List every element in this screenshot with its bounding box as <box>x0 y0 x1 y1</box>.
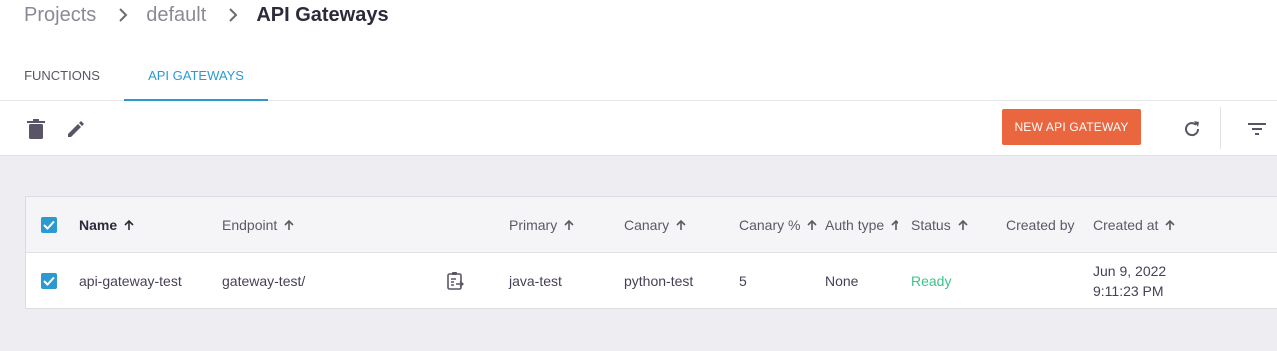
content-area: Name Endpoint Primary Canary Canary % Au… <box>0 156 1277 351</box>
column-header-label: Auth type <box>825 217 885 233</box>
column-header-name[interactable]: Name <box>79 197 135 253</box>
column-header-auth-type[interactable]: Auth type <box>825 197 898 253</box>
sort-arrow-up-icon[interactable] <box>890 219 898 231</box>
status-badge: Ready <box>911 273 952 289</box>
tab-functions[interactable]: FUNCTIONS <box>0 52 124 100</box>
column-header-label: Created by <box>1006 217 1075 233</box>
table-row[interactable]: api-gateway-test gateway-test/ java-test… <box>26 253 1277 309</box>
column-header-primary[interactable]: Primary <box>509 197 575 253</box>
sort-arrow-up-icon[interactable] <box>806 219 818 231</box>
column-header-label: Canary % <box>739 217 801 233</box>
column-header-label: Name <box>79 217 118 233</box>
row-primary: java-test <box>509 273 562 289</box>
created-at-time: 9:11:23 PM <box>1093 283 1164 299</box>
breadcrumb-projects[interactable]: Projects <box>24 4 96 27</box>
select-all-cell <box>41 197 57 253</box>
column-header-canary-percent[interactable]: Canary % <box>739 197 824 253</box>
row-auth-type: None <box>825 273 859 289</box>
column-header-created-at[interactable]: Created at <box>1093 197 1176 253</box>
copy-endpoint-icon[interactable] <box>445 253 465 309</box>
sort-arrow-up-icon[interactable] <box>675 219 687 231</box>
select-all-checkbox[interactable] <box>41 217 57 233</box>
column-header-status[interactable]: Status <box>911 197 969 253</box>
api-gateways-table: Name Endpoint Primary Canary Canary % Au… <box>25 196 1277 309</box>
column-header-label: Created at <box>1093 217 1159 233</box>
row-canary-percent: 5 <box>739 273 747 289</box>
table-header-row: Name Endpoint Primary Canary Canary % Au… <box>26 197 1277 253</box>
column-header-label: Endpoint <box>222 217 278 233</box>
row-name[interactable]: api-gateway-test <box>79 253 182 309</box>
chevron-right-icon <box>228 8 238 22</box>
row-select-cell <box>41 253 57 309</box>
sort-arrow-up-icon[interactable] <box>563 219 575 231</box>
delete-icon[interactable] <box>25 118 47 140</box>
edit-icon[interactable] <box>65 118 87 140</box>
sort-arrow-up-icon[interactable] <box>283 219 295 231</box>
column-header-canary[interactable]: Canary <box>624 197 687 253</box>
page-title: API Gateways <box>256 3 389 26</box>
column-header-label: Status <box>911 217 951 233</box>
row-endpoint: gateway-test/ <box>222 273 306 289</box>
refresh-icon[interactable] <box>1181 118 1203 140</box>
chevron-right-icon <box>118 8 128 22</box>
filter-icon[interactable] <box>1246 118 1268 140</box>
breadcrumb: Projects default API Gateways <box>24 3 389 27</box>
sort-arrow-up-icon[interactable] <box>123 219 135 231</box>
toolbar-divider <box>1220 107 1221 149</box>
toolbar: NEW API GATEWAY <box>0 101 1277 156</box>
row-created-at: Jun 9, 2022 9:11:23 PM <box>1093 253 1166 309</box>
column-header-label: Canary <box>624 217 670 233</box>
column-header-created-by[interactable]: Created by <box>1006 197 1074 253</box>
column-header-endpoint[interactable]: Endpoint <box>222 197 295 253</box>
column-header-label: Primary <box>509 217 558 233</box>
sort-arrow-up-icon[interactable] <box>1164 219 1176 231</box>
row-canary: python-test <box>624 273 694 289</box>
breadcrumb-default[interactable]: default <box>146 4 206 27</box>
created-at-date: Jun 9, 2022 <box>1093 263 1167 279</box>
row-checkbox[interactable] <box>41 273 57 289</box>
tab-api-gateways[interactable]: API GATEWAYS <box>124 52 268 101</box>
tab-bar: FUNCTIONS API GATEWAYS <box>0 52 1277 101</box>
sort-arrow-up-icon[interactable] <box>957 219 969 231</box>
new-api-gateway-button[interactable]: NEW API GATEWAY <box>1002 109 1141 145</box>
